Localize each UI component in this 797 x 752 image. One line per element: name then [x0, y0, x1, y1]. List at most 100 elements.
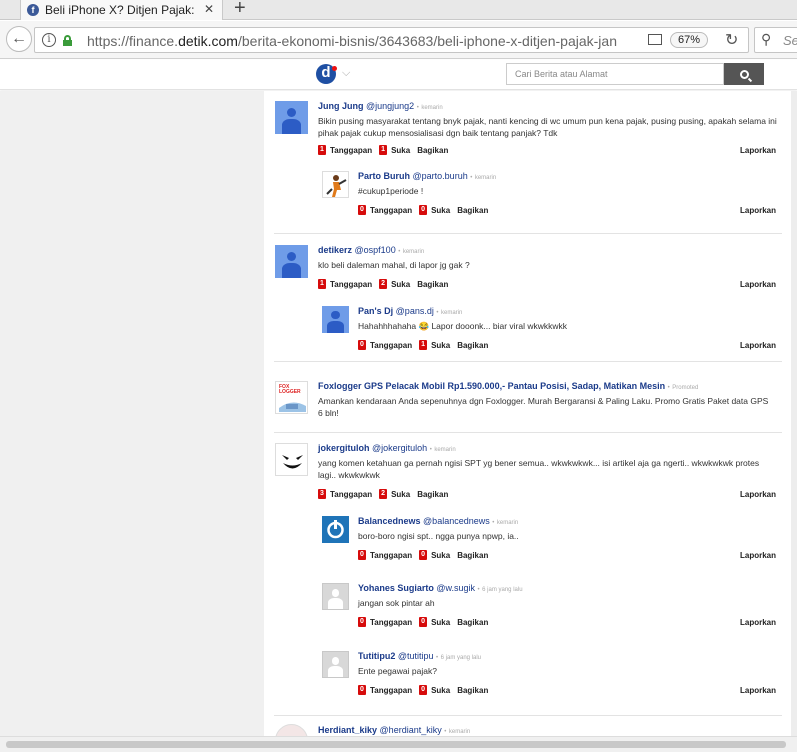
- share-button[interactable]: Bagikan: [457, 686, 488, 695]
- comment-author-name[interactable]: Jung Jung: [318, 101, 364, 111]
- scrollbar-thumb[interactable]: [6, 741, 786, 748]
- reply-button[interactable]: Tanggapan: [370, 206, 412, 215]
- reply-button[interactable]: Tanggapan: [370, 686, 412, 695]
- comment-author-name[interactable]: Balancednews: [358, 516, 421, 526]
- comment-author-handle[interactable]: @tutitipu: [398, 651, 434, 661]
- report-button[interactable]: Laporkan: [740, 206, 776, 215]
- like-button[interactable]: Suka: [391, 280, 410, 289]
- report-button[interactable]: Laporkan: [740, 551, 776, 560]
- like-button[interactable]: Suka: [391, 490, 410, 499]
- site-header: d ⌵ Cari Berita atau Alamat: [0, 60, 797, 90]
- chevron-down-icon[interactable]: ⌵: [342, 67, 350, 80]
- comment-author-handle[interactable]: @pans.dj: [396, 306, 434, 316]
- comment-reply-item: Yohanes Sugiarto @w.sugik • 6 jam yang l…: [322, 583, 785, 633]
- avatar[interactable]: [322, 516, 349, 543]
- search-icon: [739, 69, 749, 79]
- reply-button[interactable]: Tanggapan: [370, 618, 412, 627]
- avatar[interactable]: [322, 651, 349, 678]
- like-button[interactable]: Suka: [431, 341, 450, 350]
- report-button[interactable]: Laporkan: [740, 280, 776, 289]
- search-icon: ⚲: [761, 31, 772, 47]
- comment-item: Jung Jung @jungjung2 • kemarin Bikin pus…: [275, 101, 785, 161]
- comment-author-name[interactable]: Parto Buruh: [358, 171, 410, 181]
- advertiser-logo-text: FOX LOGGER: [279, 384, 301, 395]
- comment-author-name[interactable]: Herdiant_kiky: [318, 725, 377, 735]
- comment-time: 6 jam yang lalu: [482, 587, 523, 593]
- info-icon[interactable]: i: [42, 33, 56, 47]
- new-tab-icon[interactable]: +: [234, 0, 246, 20]
- power-icon: [327, 520, 344, 539]
- detik-logo[interactable]: d: [316, 64, 337, 84]
- avatar[interactable]: [275, 101, 308, 134]
- report-button[interactable]: Laporkan: [740, 146, 776, 155]
- comment-time: kemarin: [440, 310, 463, 316]
- reply-button[interactable]: Tanggapan: [330, 146, 372, 155]
- reply-button[interactable]: Tanggapan: [330, 490, 372, 499]
- comment-author-name[interactable]: Yohanes Sugiarto: [358, 583, 434, 593]
- comment-author-handle[interactable]: @parto.buruh: [413, 171, 468, 181]
- report-button[interactable]: Laporkan: [740, 618, 776, 627]
- reply-button[interactable]: Tanggapan: [370, 341, 412, 350]
- avatar[interactable]: [322, 306, 349, 333]
- like-button[interactable]: Suka: [431, 206, 450, 215]
- share-button[interactable]: Bagikan: [417, 280, 448, 289]
- reload-icon[interactable]: ↻: [725, 30, 738, 50]
- comment-author-name[interactable]: detikerz: [318, 245, 352, 255]
- reply-count-badge: 0: [358, 340, 366, 350]
- comment-text: boro-boro ngisi spt.. ngga punya npwp, i…: [358, 531, 519, 541]
- promoted-title[interactable]: Foxlogger GPS Pelacak Mobil Rp1.590.000,…: [318, 381, 665, 391]
- reader-view-icon[interactable]: [648, 34, 662, 45]
- promoted-text: Amankan kendaraan Anda sepenuhnya dgn Fo…: [318, 396, 769, 418]
- browser-search-input[interactable]: ⚲ Se: [754, 27, 797, 53]
- avatar[interactable]: [322, 171, 349, 198]
- like-count-badge: 0: [419, 685, 428, 695]
- promoted-item[interactable]: FOX LOGGER Foxlogger GPS Pelacak Mobil R…: [275, 381, 785, 421]
- like-button[interactable]: Suka: [431, 686, 450, 695]
- comment-reply-item: Balancednews @balancednews • kemarin bor…: [322, 516, 785, 566]
- comment-author-name[interactable]: jokergituloh: [318, 443, 370, 453]
- address-bar[interactable]: i https://finance.detik.com/berita-ekono…: [34, 27, 749, 53]
- comment-time: 6 jam yang lalu: [440, 655, 481, 661]
- advertiser-logo[interactable]: FOX LOGGER: [275, 381, 308, 414]
- site-search-input[interactable]: Cari Berita atau Alamat: [506, 63, 724, 85]
- comment-author-name[interactable]: Tutitipu2: [358, 651, 395, 661]
- share-button[interactable]: Bagikan: [417, 490, 448, 499]
- like-button[interactable]: Suka: [431, 618, 450, 627]
- comment-author-handle[interactable]: @jungjung2: [366, 101, 414, 111]
- close-icon[interactable]: ✕: [204, 2, 214, 16]
- avatar[interactable]: [275, 245, 308, 278]
- reply-button[interactable]: Tanggapan: [370, 551, 412, 560]
- lock-icon: [63, 35, 72, 46]
- like-button[interactable]: Suka: [431, 551, 450, 560]
- zoom-level-badge[interactable]: 67%: [670, 32, 708, 48]
- share-button[interactable]: Bagikan: [457, 341, 488, 350]
- comment-author-handle[interactable]: @ospf100: [355, 245, 396, 255]
- avatar[interactable]: [322, 583, 349, 610]
- horizontal-scrollbar[interactable]: [0, 736, 797, 752]
- url-text[interactable]: https://finance.detik.com/berita-ekonomi…: [87, 33, 645, 49]
- share-button[interactable]: Bagikan: [457, 206, 488, 215]
- like-button[interactable]: Suka: [391, 146, 410, 155]
- comment-author-handle[interactable]: @w.sugik: [436, 583, 475, 593]
- browser-tab[interactable]: f Beli iPhone X? Ditjen Pajak: J ✕: [20, 0, 223, 20]
- report-button[interactable]: Laporkan: [740, 341, 776, 350]
- reply-count-badge: 3: [318, 489, 326, 499]
- reply-button[interactable]: Tanggapan: [330, 280, 372, 289]
- comment-author-handle[interactable]: @jokergituloh: [372, 443, 427, 453]
- report-button[interactable]: Laporkan: [740, 686, 776, 695]
- reply-count-badge: 0: [358, 550, 366, 560]
- share-button[interactable]: Bagikan: [457, 618, 488, 627]
- comment-author-handle[interactable]: @herdiant_kiky: [380, 725, 442, 735]
- share-button[interactable]: Bagikan: [457, 551, 488, 560]
- site-search-button[interactable]: [724, 63, 764, 85]
- comment-author-handle[interactable]: @balancednews: [423, 516, 490, 526]
- report-button[interactable]: Laporkan: [740, 490, 776, 499]
- left-gutter: [0, 91, 264, 736]
- share-button[interactable]: Bagikan: [417, 146, 448, 155]
- vertical-scrollbar[interactable]: [791, 91, 797, 736]
- avatar[interactable]: [275, 724, 308, 736]
- comment-text: #cukup1periode !: [358, 186, 424, 196]
- comment-author-name[interactable]: Pan's Dj: [358, 306, 393, 316]
- avatar[interactable]: [275, 443, 308, 476]
- back-button[interactable]: ←: [6, 26, 32, 52]
